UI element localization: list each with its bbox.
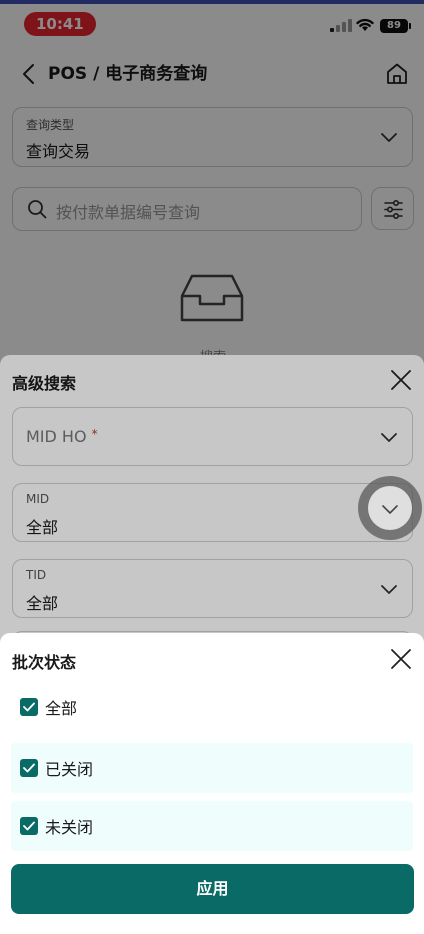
option-label: 未关闭: [45, 818, 94, 837]
apply-button[interactable]: 应用: [11, 864, 414, 914]
option-closed[interactable]: 已关闭: [11, 743, 413, 793]
chevron-down-icon: [382, 505, 398, 514]
check-icon: [23, 702, 35, 712]
option-label: 已关闭: [45, 760, 94, 779]
close-icon[interactable]: [390, 648, 412, 670]
option-not-closed[interactable]: 未关闭: [11, 801, 413, 851]
check-icon: [23, 821, 35, 831]
checkbox-checked[interactable]: [20, 698, 38, 716]
checkbox-checked[interactable]: [20, 759, 38, 777]
batch-status-title: 批次状态: [12, 653, 77, 672]
touch-indicator: [358, 476, 422, 540]
option-all[interactable]: 全部: [11, 682, 413, 732]
check-icon: [23, 763, 35, 773]
option-label: 全部: [45, 699, 78, 718]
checkbox-checked[interactable]: [20, 817, 38, 835]
